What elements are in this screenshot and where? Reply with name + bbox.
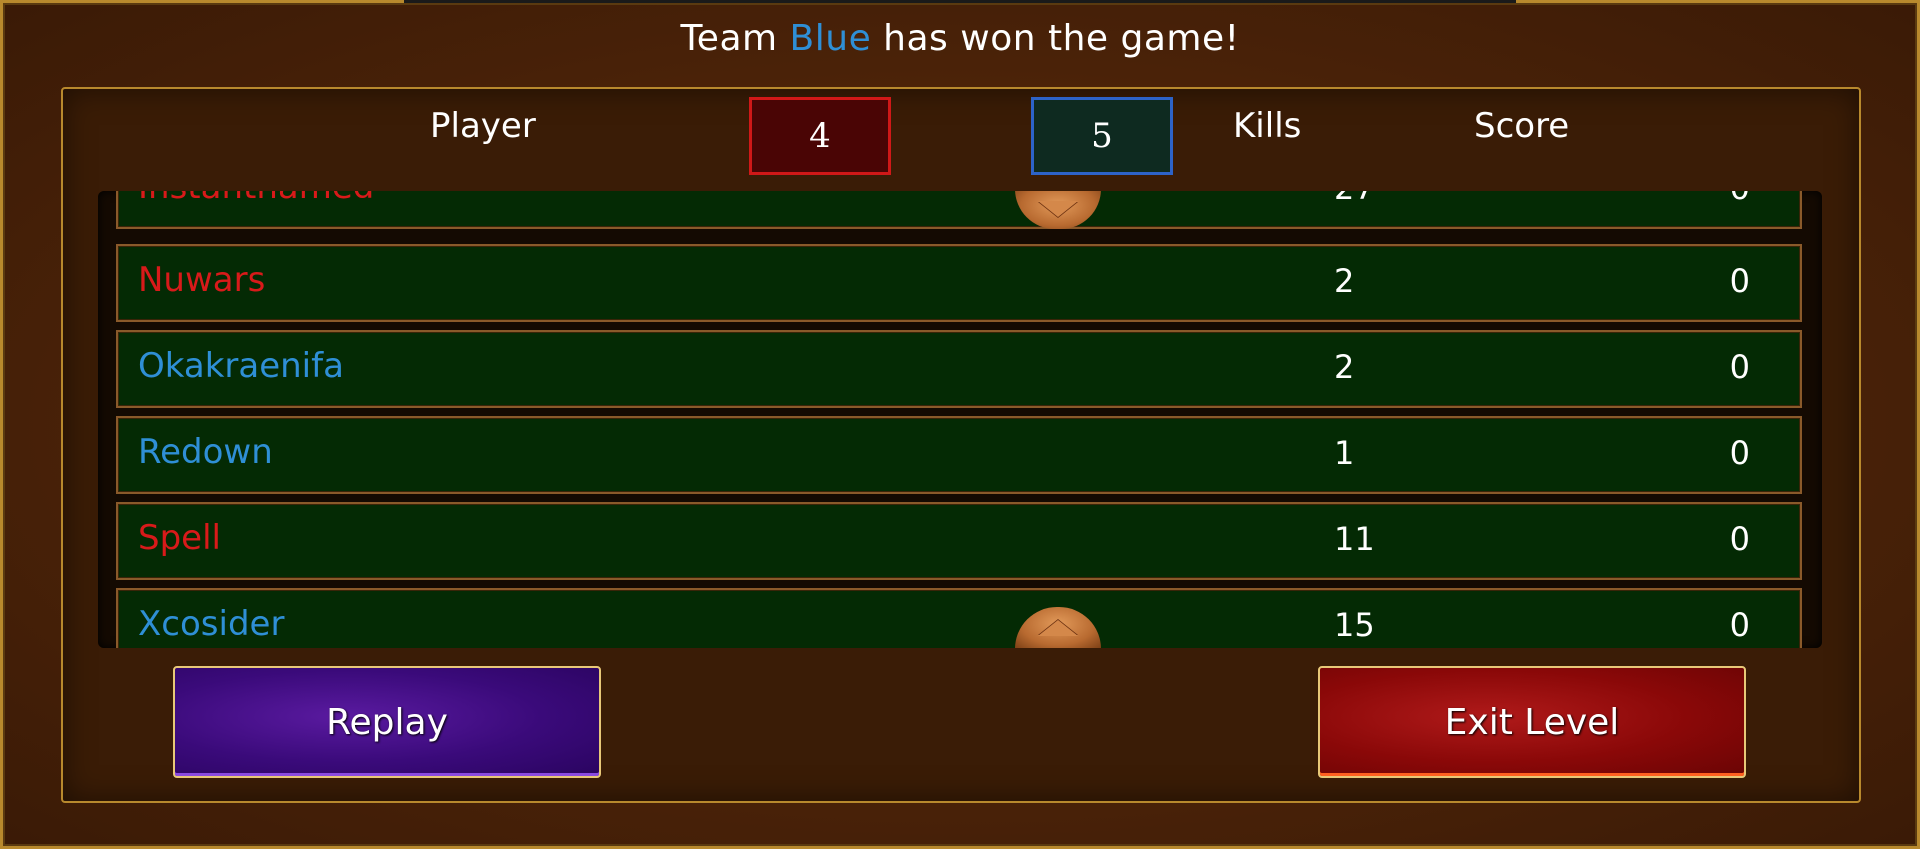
player-kills: 2 <box>1334 348 1355 386</box>
player-kills: 15 <box>1334 606 1375 644</box>
list-item: Redown 1 0 <box>116 416 1802 494</box>
title-suffix: has won the game! <box>883 18 1240 59</box>
player-name: Okakraenifa <box>138 346 344 386</box>
player-score: 0 <box>1730 191 1750 207</box>
player-name: Nuwars <box>138 260 266 300</box>
winning-team: Blue <box>789 18 872 59</box>
player-kills: 11 <box>1334 520 1375 558</box>
chevron-up-icon <box>1038 620 1078 636</box>
list-item: Xcosider 15 0 <box>116 588 1802 648</box>
list-item: Okakraenifa 2 0 <box>116 330 1802 408</box>
player-kills: 1 <box>1334 434 1355 472</box>
player-name: Redown <box>138 432 273 472</box>
list-item: Instantnamed 27 0 <box>116 191 1802 229</box>
player-kills: 2 <box>1334 262 1355 300</box>
victory-title: Team Blue has won the game! <box>0 18 1920 59</box>
top-bar <box>404 0 1516 3</box>
player-score: 0 <box>1729 606 1750 644</box>
player-list[interactable]: Instantnamed 27 0 Nuwars 2 0 Okakraenifa… <box>98 191 1822 648</box>
red-team-count: 4 <box>749 97 891 175</box>
title-prefix: Team <box>680 18 778 59</box>
player-name: Xcosider <box>138 604 285 644</box>
player-score: 0 <box>1729 262 1750 300</box>
column-header-player: Player <box>430 106 536 146</box>
list-item: Nuwars 2 0 <box>116 244 1802 322</box>
column-header-kills: Kills <box>1233 106 1302 146</box>
blue-team-count: 5 <box>1031 97 1173 175</box>
player-score: 0 <box>1729 434 1750 472</box>
player-score: 0 <box>1729 520 1750 558</box>
player-kills: 27 <box>1334 191 1375 207</box>
player-score: 0 <box>1729 348 1750 386</box>
exit-level-button[interactable]: Exit Level <box>1318 666 1746 778</box>
player-name: Instantnamed <box>138 191 374 207</box>
list-item: Spell 11 0 <box>116 502 1802 580</box>
chevron-down-icon <box>1038 201 1078 217</box>
player-name: Spell <box>138 518 221 558</box>
replay-button[interactable]: Replay <box>173 666 601 778</box>
column-header-score: Score <box>1474 106 1570 146</box>
